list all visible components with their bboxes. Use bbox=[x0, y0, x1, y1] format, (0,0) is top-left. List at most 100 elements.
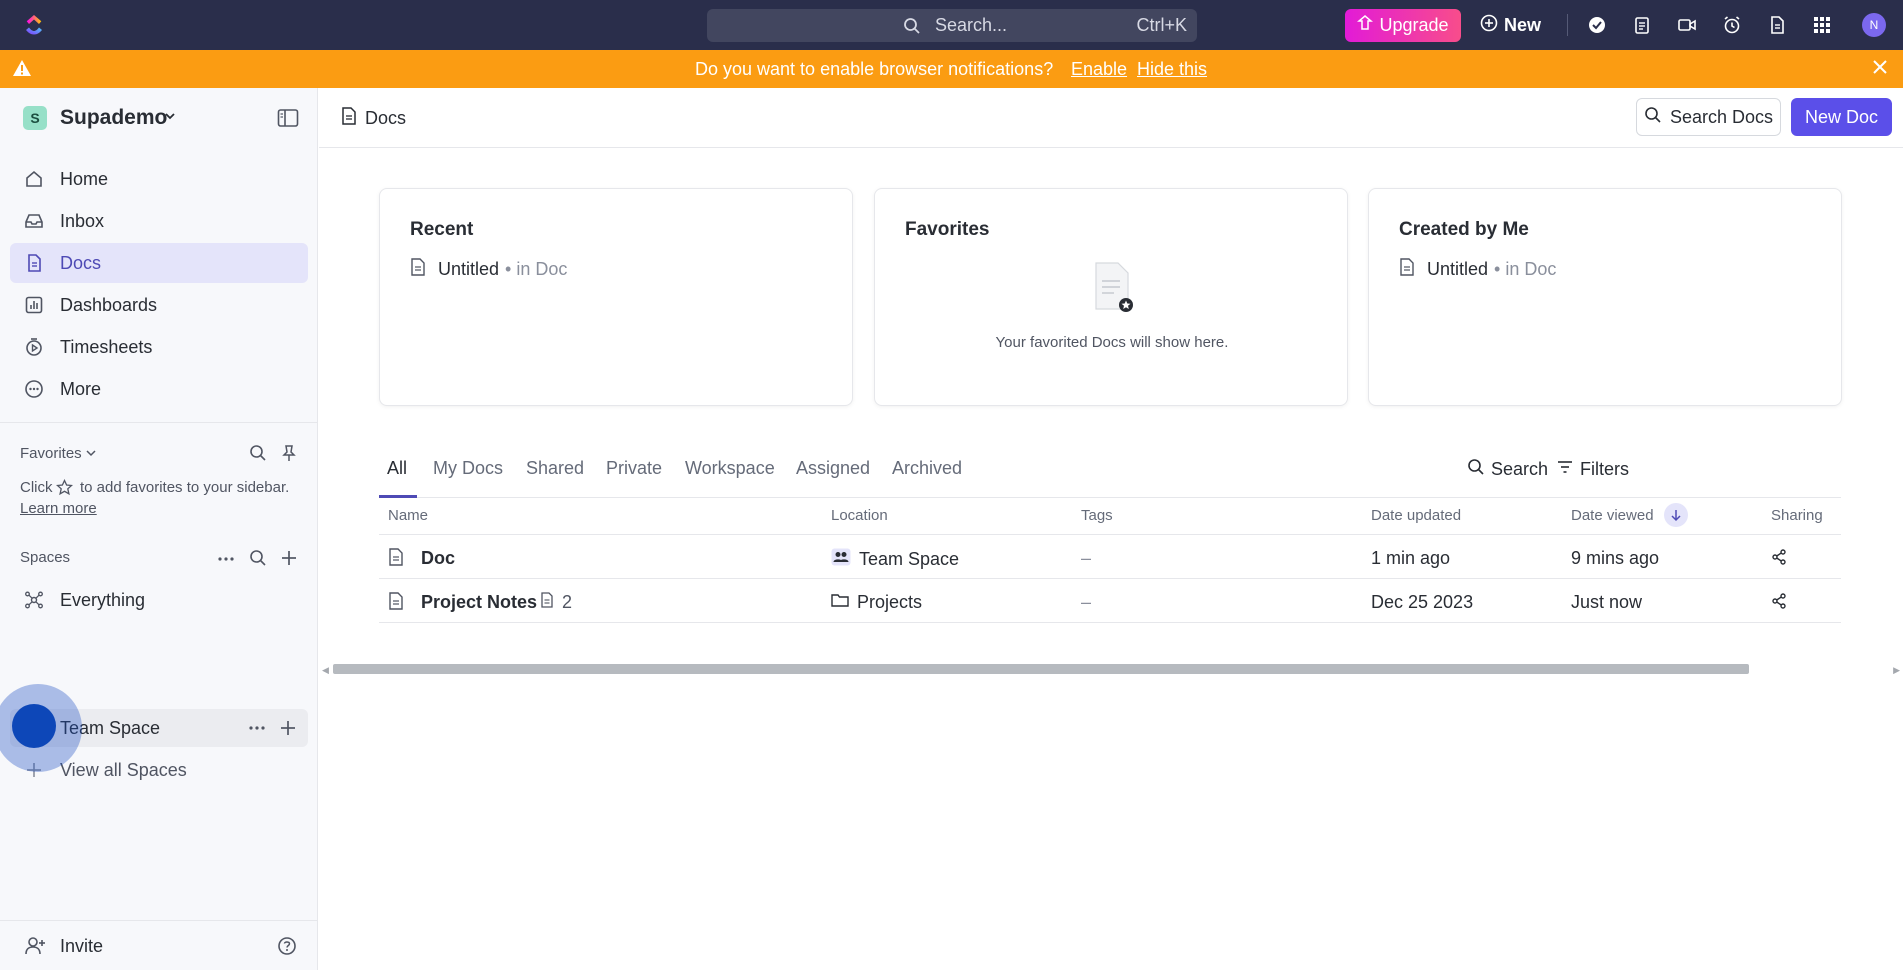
clickup-logo-icon[interactable] bbox=[22, 13, 46, 37]
table-search-button[interactable]: Search bbox=[1467, 458, 1548, 481]
page-header: Docs Search Docs New Doc bbox=[319, 88, 1903, 148]
alarm-clock-icon[interactable] bbox=[1721, 14, 1743, 36]
sidebar-item-home[interactable]: Home bbox=[10, 159, 308, 199]
new-doc-button[interactable]: New Doc bbox=[1791, 98, 1892, 136]
doc-tags[interactable]: – bbox=[1081, 548, 1091, 569]
search-icon[interactable] bbox=[249, 549, 267, 567]
help-icon[interactable] bbox=[277, 936, 297, 961]
page-title: Docs bbox=[365, 108, 407, 128]
document-icon[interactable] bbox=[1766, 14, 1788, 36]
warning-icon bbox=[12, 59, 32, 82]
sort-descending-icon[interactable] bbox=[1664, 503, 1688, 527]
scroll-left-icon[interactable]: ◀ bbox=[322, 665, 329, 676]
doc-icon bbox=[388, 592, 404, 610]
doc-name[interactable]: Project Notes bbox=[421, 592, 537, 613]
subpages-count[interactable]: 2 bbox=[540, 592, 572, 613]
space-item-label: View all Spaces bbox=[60, 760, 187, 780]
doc-location[interactable]: Team Space bbox=[831, 548, 959, 571]
plus-icon[interactable] bbox=[279, 719, 297, 737]
sidebar-item-timesheets[interactable]: Timesheets bbox=[10, 327, 308, 367]
doc-date-updated: 1 min ago bbox=[1371, 548, 1451, 568]
tab-assigned[interactable]: Assigned bbox=[796, 458, 870, 479]
notification-banner: Do you want to enable browser notificati… bbox=[0, 50, 1903, 88]
sidebar-item-dashboards[interactable]: Dashboards bbox=[10, 285, 308, 325]
apps-grid-icon[interactable] bbox=[1811, 14, 1833, 36]
column-header-tags[interactable]: Tags bbox=[1081, 507, 1113, 524]
doc-icon bbox=[24, 253, 44, 273]
chevron-down-icon[interactable] bbox=[84, 446, 102, 464]
table-divider bbox=[379, 578, 1841, 579]
tab-shared[interactable]: Shared bbox=[526, 458, 584, 479]
scroll-right-icon[interactable]: ▶ bbox=[1893, 665, 1900, 676]
tab-all[interactable]: All bbox=[387, 458, 407, 479]
toolbar-divider bbox=[1567, 14, 1568, 36]
location-label: Team Space bbox=[859, 549, 960, 569]
chevron-down-icon[interactable] bbox=[163, 109, 177, 128]
tab-archived[interactable]: Archived bbox=[892, 458, 962, 479]
search-icon[interactable] bbox=[249, 444, 267, 462]
folder-icon bbox=[831, 592, 849, 613]
banner-message: Do you want to enable browser notificati… bbox=[695, 59, 1054, 79]
recent-doc-item[interactable]: Untitled • in Doc bbox=[410, 258, 567, 281]
sidebar-item-inbox[interactable]: Inbox bbox=[10, 201, 308, 241]
recent-card: Recent Untitled • in Doc bbox=[379, 188, 853, 406]
top-bar: Search... Ctrl+K Upgrade New N bbox=[0, 0, 1903, 50]
filters-button[interactable]: Filters bbox=[1556, 458, 1629, 481]
ellipsis-icon[interactable] bbox=[248, 719, 266, 737]
column-header-location[interactable]: Location bbox=[831, 507, 888, 524]
doc-tags[interactable]: – bbox=[1081, 592, 1091, 613]
learn-more-link[interactable]: Learn more bbox=[20, 500, 97, 517]
column-header-date-viewed[interactable]: Date viewed bbox=[1571, 507, 1654, 524]
sidebar-item-docs[interactable]: Docs bbox=[10, 243, 308, 283]
search-docs-button[interactable]: Search Docs bbox=[1636, 98, 1781, 136]
hide-banner-link[interactable]: Hide this bbox=[1137, 59, 1207, 80]
workspace-avatar[interactable]: S bbox=[23, 106, 47, 130]
pin-icon[interactable] bbox=[280, 444, 298, 462]
team-space-icon[interactable] bbox=[12, 704, 56, 748]
close-icon[interactable] bbox=[1871, 58, 1889, 81]
favorites-hint: to add favorites to your sidebar. bbox=[80, 479, 290, 496]
ellipsis-icon[interactable] bbox=[217, 550, 235, 568]
home-icon bbox=[24, 169, 44, 189]
column-header-name[interactable]: Name bbox=[388, 507, 428, 524]
tab-my-docs[interactable]: My Docs bbox=[433, 458, 503, 479]
video-icon[interactable] bbox=[1676, 14, 1698, 36]
created-by-me-card: Created by Me Untitled • in Doc bbox=[1368, 188, 1842, 406]
share-icon[interactable] bbox=[1771, 593, 1787, 609]
global-search-input[interactable]: Search... Ctrl+K bbox=[707, 9, 1197, 42]
check-circle-icon[interactable] bbox=[1586, 14, 1608, 36]
card-title: Recent bbox=[410, 219, 474, 240]
upgrade-button[interactable]: Upgrade bbox=[1345, 9, 1461, 42]
user-avatar[interactable]: N bbox=[1862, 13, 1886, 37]
share-icon[interactable] bbox=[1771, 549, 1787, 565]
tab-workspace[interactable]: Workspace bbox=[685, 458, 775, 479]
column-header-sharing[interactable]: Sharing bbox=[1771, 507, 1823, 524]
doc-date-updated: Dec 25 2023 bbox=[1371, 592, 1474, 612]
plus-icon[interactable] bbox=[280, 549, 298, 567]
doc-location[interactable]: Projects bbox=[831, 592, 922, 613]
horizontal-scrollbar[interactable] bbox=[333, 664, 1749, 674]
sidebar-divider bbox=[0, 920, 318, 921]
sidebar-collapse-icon[interactable] bbox=[277, 108, 299, 133]
notepad-icon[interactable] bbox=[1631, 14, 1653, 36]
upgrade-label: Upgrade bbox=[1379, 15, 1449, 35]
tab-private[interactable]: Private bbox=[606, 458, 662, 479]
upgrade-icon bbox=[1357, 15, 1374, 36]
invite-button[interactable]: Invite bbox=[24, 935, 103, 957]
created-doc-item[interactable]: Untitled • in Doc bbox=[1399, 258, 1556, 281]
enable-notifications-link[interactable]: Enable bbox=[1071, 59, 1127, 80]
search-icon bbox=[1467, 458, 1485, 481]
sidebar-item-label: Dashboards bbox=[60, 295, 158, 315]
workspace-name[interactable]: Supademo bbox=[60, 106, 167, 130]
space-item-everything[interactable]: Everything bbox=[10, 581, 308, 619]
doc-icon bbox=[410, 258, 426, 281]
doc-name[interactable]: Doc bbox=[421, 548, 455, 569]
column-header-date-updated[interactable]: Date updated bbox=[1371, 507, 1461, 524]
new-button[interactable]: New bbox=[1480, 9, 1541, 42]
new-label: New bbox=[1504, 15, 1542, 35]
active-tab-indicator bbox=[379, 495, 417, 498]
sidebar-item-more[interactable]: More bbox=[10, 369, 308, 409]
spaces-section-title: Spaces bbox=[20, 549, 71, 566]
breadcrumb[interactable]: Docs bbox=[341, 107, 406, 130]
favorites-section-title[interactable]: Favorites bbox=[20, 445, 82, 462]
